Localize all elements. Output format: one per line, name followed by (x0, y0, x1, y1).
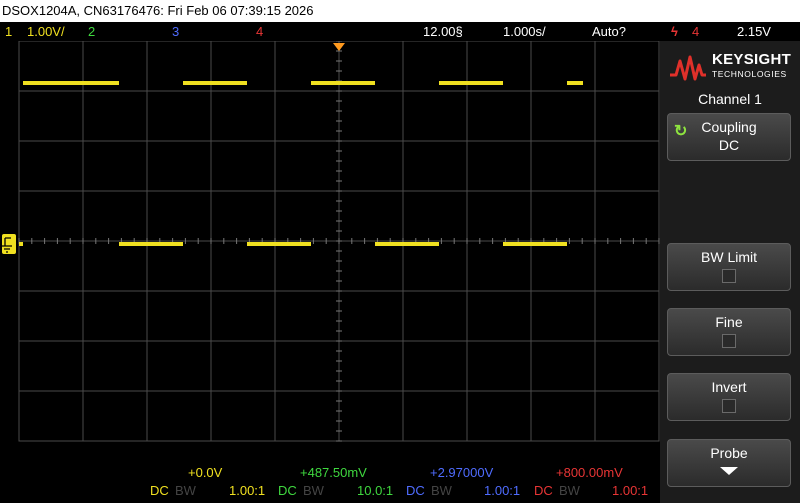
ch1-offset[interactable]: +0.0V (188, 465, 222, 480)
ch4-probe: 1.00:1 (612, 483, 649, 498)
ch4-bw: BW (559, 483, 580, 498)
ch3-number[interactable]: 3 (172, 22, 179, 41)
invert-label: Invert (711, 379, 747, 395)
ch1-coupling: DC (150, 483, 169, 498)
ch1-ground-marker[interactable] (2, 234, 16, 254)
trigger-level[interactable]: 2.15V (737, 22, 771, 41)
keysight-logo: KEYSIGHT TECHNOLOGIES (668, 49, 796, 87)
ch2-number[interactable]: 2 (88, 22, 95, 41)
ch4-offset[interactable]: +800.00mV (556, 465, 623, 480)
bw-limit-label: BW Limit (701, 249, 757, 265)
probe-label: Probe (710, 445, 748, 461)
time-scale[interactable]: 12.00§ (423, 22, 463, 41)
probe-softkey[interactable]: Probe (667, 439, 791, 487)
coupling-softkey[interactable]: ↻ Coupling DC (667, 113, 791, 161)
ch3-probe: 1.00:1 (484, 483, 521, 498)
channel-info-bar: +0.0V +487.50mV +2.97000V +800.00mV DC B… (0, 465, 660, 503)
ch4-coupling: DC (534, 483, 553, 498)
status-bar: 1 1.00V/ 2 3 4 12.00§ 1.000s/ Auto? ϟ 4 … (0, 22, 800, 41)
trigger-channel[interactable]: 4 (692, 22, 699, 41)
ch2-offset[interactable]: +487.50mV (300, 465, 367, 480)
trigger-icon: ϟ (671, 24, 678, 39)
ch1-bw: BW (175, 483, 196, 498)
window-title: DSOX1204A, CN63176476: Fri Feb 06 07:39:… (0, 0, 800, 22)
fine-label: Fine (715, 314, 743, 330)
fine-softkey[interactable]: Fine (667, 308, 791, 356)
ch2-bw: BW (303, 483, 324, 498)
ch3-coupling: DC (406, 483, 425, 498)
ch4-number[interactable]: 4 (256, 22, 263, 41)
arrow-down-icon (720, 467, 738, 475)
delay[interactable]: 1.000s/ (503, 22, 546, 41)
invert-checkbox[interactable] (722, 399, 736, 413)
softkey-panel: KEYSIGHT TECHNOLOGIES Channel 1 ↻ Coupli… (660, 41, 800, 503)
ch1-number[interactable]: 1 (5, 22, 12, 41)
brand-sub: TECHNOLOGIES (712, 69, 787, 79)
trigger-position-marker (333, 43, 345, 51)
ground-marker-body (2, 234, 16, 254)
waveform-display[interactable] (0, 41, 660, 465)
ch1-probe: 1.00:1 (229, 483, 266, 498)
ch3-offset[interactable]: +2.97000V (430, 465, 493, 480)
keysight-wave-icon (670, 55, 706, 81)
ch2-coupling: DC (278, 483, 297, 498)
ch2-probe: 10.0:1 (357, 483, 394, 498)
invert-softkey[interactable]: Invert (667, 373, 791, 421)
cycle-icon: ↻ (674, 123, 688, 140)
bw-limit-checkbox[interactable] (722, 269, 736, 283)
ch1-scale[interactable]: 1.00V/ (27, 22, 65, 41)
menu-title: Channel 1 (698, 91, 762, 107)
bw-limit-softkey[interactable]: BW Limit (667, 243, 791, 291)
trigger-mode[interactable]: Auto? (592, 22, 626, 41)
graticule (2, 41, 660, 442)
ch3-bw: BW (431, 483, 452, 498)
brand-name: KEYSIGHT (712, 51, 792, 68)
fine-checkbox[interactable] (722, 334, 736, 348)
